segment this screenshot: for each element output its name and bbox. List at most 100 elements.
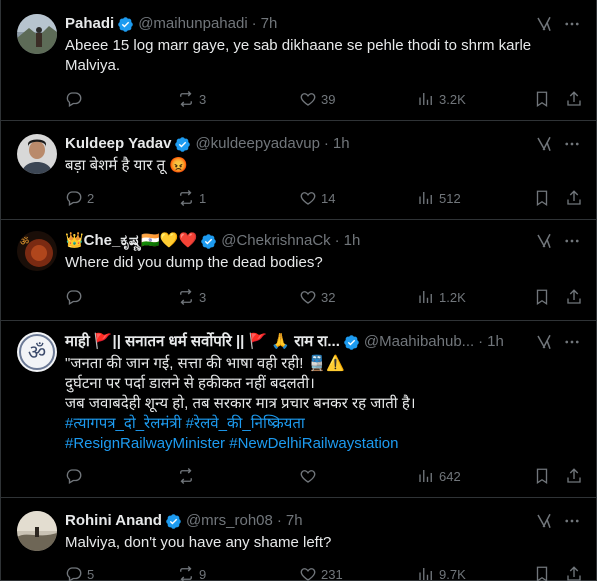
grok-icon[interactable] [534,332,554,352]
verified-badge-icon [117,16,134,33]
views-button[interactable]: 512 [417,188,461,208]
tweet-header: Pahadi @maihunpahadi · 7h [65,14,582,34]
more-options-icon[interactable] [562,511,582,531]
author-name[interactable]: Kuldeep Yadav [65,134,171,154]
tweet-2[interactable]: Kuldeep Yadav @kuldeepyadavup · 1h बड़ा … [1,121,596,220]
like-button[interactable]: 39 [299,89,335,109]
om-deity-avatar[interactable]: ॐ [17,231,57,271]
reply-button[interactable] [65,89,87,109]
reply-count: 5 [87,566,95,581]
more-options-icon[interactable] [562,332,582,352]
view-count: 3.2K [439,91,466,107]
author-name[interactable]: 👑Che_ಕೃಷ್ಣ🇮🇳💛❤️ [65,231,197,251]
author-name[interactable]: Rohini Anand [65,511,162,531]
views-button[interactable]: 642 [417,466,461,486]
reply-button[interactable] [65,287,87,307]
grok-icon[interactable] [534,231,554,251]
tweet-text-line: Malviya, don't you have any shame left? [65,534,332,551]
tweet-5[interactable]: Rohini Anand @mrs_roh08 · 7h Malviya, do… [1,498,596,581]
tweet-1[interactable]: Pahadi @maihunpahadi · 7h Abeee 15 log m… [1,0,596,121]
tweet-3[interactable]: ॐ 👑Che_ಕೃಷ್ಣ🇮🇳💛❤️ @ChekrishnaCk · 1h Whe… [1,220,596,321]
tweet-text: Abeee 15 log marr gaye, ye sab dikhaane … [65,36,582,76]
om-symbol-avatar[interactable]: ॐ [17,332,57,372]
author-handle[interactable]: @Maahibahub... [364,332,474,352]
tweet-header: Rohini Anand @mrs_roh08 · 7h [65,511,582,531]
tweet-text: Malviya, don't you have any shame left? [65,533,582,553]
tweet-header: माही 🚩|| सनातन धर्म सर्वोपरि || 🚩 🙏 राम … [65,332,582,352]
like-count: 14 [321,190,336,206]
retweet-button[interactable]: 9 [177,564,206,581]
hashtag-line[interactable]: #ResignRailwayMinister #NewDelhiRailways… [65,434,582,454]
more-options-icon[interactable] [562,231,582,251]
bookmark-icon [536,190,548,207]
tweet-text: Where did you dump the dead bodies? [65,253,582,273]
reply-button[interactable]: 2 [65,188,94,208]
share-button[interactable] [565,89,583,109]
tweet-time[interactable]: 7h [286,511,303,531]
views-button[interactable]: 9.7K [417,564,466,581]
retweet-icon [180,566,192,581]
bookmark-button[interactable] [533,466,551,486]
tweet-time[interactable]: 1h [487,332,504,352]
man-portrait-avatar[interactable] [17,134,57,174]
views-button[interactable]: 1.2K [417,287,466,307]
heart-icon [300,93,316,106]
bookmark-button[interactable] [533,287,551,307]
tweet-time[interactable]: 1h [344,231,361,251]
tweet-4[interactable]: ॐ माही 🚩|| सनातन धर्म सर्वोपरि || 🚩 🙏 रा… [1,321,596,498]
author-handle[interactable]: @maihunpahadi [138,14,247,34]
retweet-icon [180,190,192,206]
share-button[interactable] [565,466,583,486]
share-button[interactable] [565,188,583,208]
separator-dot: · [478,333,484,350]
share-icon [567,91,581,106]
like-count: 231 [321,566,343,581]
view-count: 512 [439,190,461,206]
tweet-time[interactable]: 7h [261,14,278,34]
author-handle[interactable]: @ChekrishnaCk [221,231,330,251]
tweet-actions: 642 [65,466,582,486]
author-handle[interactable]: @kuldeepyadavup [195,134,319,154]
mountain-person-avatar[interactable] [17,14,57,54]
like-button[interactable]: 231 [299,564,343,581]
tweet-text-line: Where did you dump the dead bodies? [65,254,323,271]
like-button[interactable]: 14 [299,188,335,208]
bookmark-button[interactable] [533,89,551,109]
views-chart-icon [419,291,432,303]
reply-button[interactable] [65,466,87,486]
hashtag-line[interactable]: #त्यागपत्र_दो_रेलमंत्री #रेलवे_की_निष्क्… [65,414,582,434]
view-count: 1.2K [439,289,466,305]
author-handle[interactable]: @mrs_roh08 [186,511,273,531]
landscape-avatar[interactable] [17,511,57,551]
more-options-icon[interactable] [562,134,582,154]
reply-count: 2 [87,190,95,206]
reply-icon [66,191,82,206]
share-icon [567,566,581,581]
reply-button[interactable]: 5 [65,564,94,581]
more-options-icon[interactable] [562,14,582,34]
like-button[interactable] [299,466,321,486]
retweet-button[interactable]: 1 [177,188,206,208]
grok-icon[interactable] [534,134,554,154]
like-count: 39 [321,91,336,107]
retweet-button[interactable]: 3 [177,89,206,109]
share-button[interactable] [565,287,583,307]
retweet-button[interactable] [177,466,199,486]
like-button[interactable]: 32 [299,287,335,307]
share-button[interactable] [565,564,583,581]
tweet-actions: 3 39 3.2K [65,89,582,109]
heart-icon [300,568,316,581]
views-button[interactable]: 3.2K [417,89,466,109]
separator-dot: · [276,512,282,529]
grok-icon[interactable] [534,14,554,34]
reply-icon [66,567,82,581]
author-name[interactable]: माही 🚩|| सनातन धर्म सर्वोपरि || 🚩 🙏 राम … [65,332,340,352]
tweet-actions: 3 32 1.2K [65,287,582,307]
grok-icon[interactable] [534,511,554,531]
tweet-time[interactable]: 1h [333,134,350,154]
author-name[interactable]: Pahadi [65,14,114,34]
bookmark-button[interactable] [533,564,551,581]
bookmark-button[interactable] [533,188,551,208]
retweet-button[interactable]: 3 [177,287,206,307]
retweet-icon [180,468,192,484]
